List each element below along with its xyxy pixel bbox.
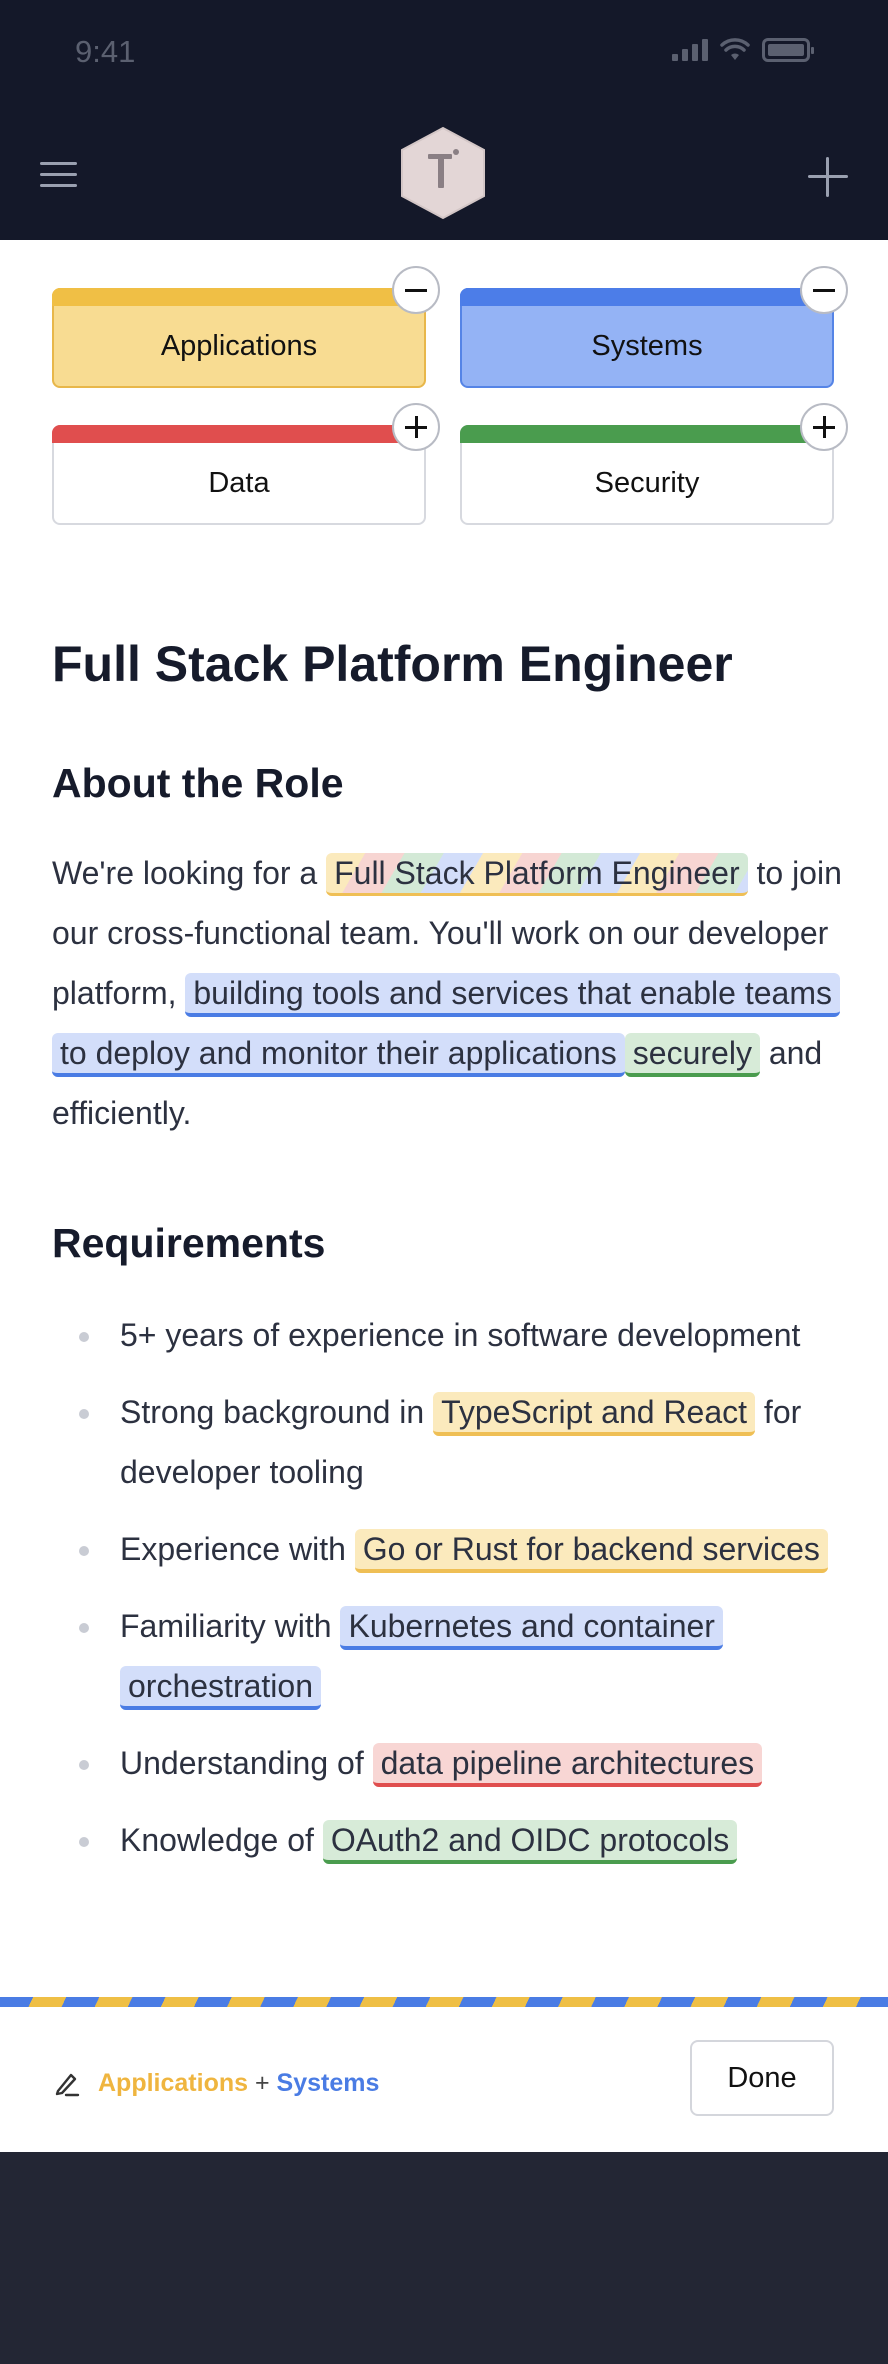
- list-item: Knowledge of OAuth2 and OIDC protocols: [52, 1810, 842, 1870]
- requirement-text: Experience with: [120, 1531, 355, 1567]
- selection-summary: Applications + Systems: [98, 2069, 379, 2098]
- category-label: Applications: [160, 330, 318, 362]
- list-item: Understanding of data pipeline architect…: [52, 1733, 842, 1793]
- signal-icon: [672, 39, 708, 61]
- job-title: Full Stack Platform Engineer: [52, 636, 733, 692]
- list-item: Familiarity with Kubernetes and containe…: [52, 1596, 842, 1716]
- highlight-security[interactable]: OAuth2 and OIDC protocols: [322, 1820, 738, 1864]
- about-paragraph: We're looking for a Full Stack Platform …: [52, 843, 842, 1143]
- category-security[interactable]: Security: [460, 403, 848, 525]
- wifi-icon: [720, 38, 750, 60]
- selection-b: Systems: [276, 2069, 380, 2097]
- requirement-text: Strong background in: [120, 1394, 434, 1430]
- about-heading: About the Role: [52, 760, 344, 806]
- category-applications[interactable]: Applications: [52, 266, 440, 388]
- battery-icon: [762, 38, 814, 62]
- requirement-text: Familiarity with: [120, 1608, 341, 1644]
- requirements-heading: Requirements: [52, 1220, 326, 1266]
- category-label: Systems: [591, 330, 703, 362]
- done-button[interactable]: Done: [690, 2040, 834, 2116]
- list-item: Strong background in TypeScript and Reac…: [52, 1382, 842, 1502]
- requirement-text: 5+ years of experience in software devel…: [120, 1317, 801, 1353]
- category-systems[interactable]: Systems: [460, 266, 848, 388]
- footer-bar: Applications + Systems Done: [0, 2007, 888, 2152]
- requirement-text: Understanding of: [120, 1745, 373, 1781]
- logo-icon[interactable]: [400, 126, 486, 220]
- plus-icon[interactable]: [808, 157, 848, 197]
- requirements-list: 5+ years of experience in software devel…: [52, 1305, 842, 1887]
- requirement-text: Knowledge of: [120, 1822, 323, 1858]
- highlight-data[interactable]: data pipeline architectures: [372, 1743, 763, 1787]
- list-item: 5+ years of experience in software devel…: [52, 1305, 842, 1365]
- selection-a: Applications: [98, 2069, 249, 2097]
- menu-icon[interactable]: [40, 162, 77, 190]
- category-data[interactable]: Data: [52, 403, 440, 525]
- minus-icon[interactable]: [800, 266, 848, 314]
- app-header: 9:41: [0, 0, 888, 240]
- list-item: Experience with Go or Rust for backend s…: [52, 1519, 842, 1579]
- plus-icon[interactable]: [392, 403, 440, 451]
- category-label: Data: [208, 467, 270, 499]
- highlight-multi[interactable]: Full Stack Platform Engineer: [326, 853, 748, 896]
- category-label: Security: [594, 467, 700, 499]
- pen-icon: [55, 2073, 80, 2097]
- job-sheet: Applications Systems Data Security Full …: [0, 240, 888, 2152]
- highlight-security[interactable]: securely: [624, 1033, 760, 1077]
- status-time: 9:41: [75, 34, 136, 69]
- about-text: We're looking for a: [52, 855, 327, 891]
- highlight-applications[interactable]: Go or Rust for backend services: [354, 1529, 828, 1573]
- highlight-applications[interactable]: TypeScript and React: [433, 1392, 756, 1436]
- selection-joiner: +: [254, 2069, 270, 2097]
- minus-icon[interactable]: [392, 266, 440, 314]
- status-icons: [672, 38, 814, 62]
- plus-icon[interactable]: [800, 403, 848, 451]
- selection-stripe: [0, 1997, 888, 2007]
